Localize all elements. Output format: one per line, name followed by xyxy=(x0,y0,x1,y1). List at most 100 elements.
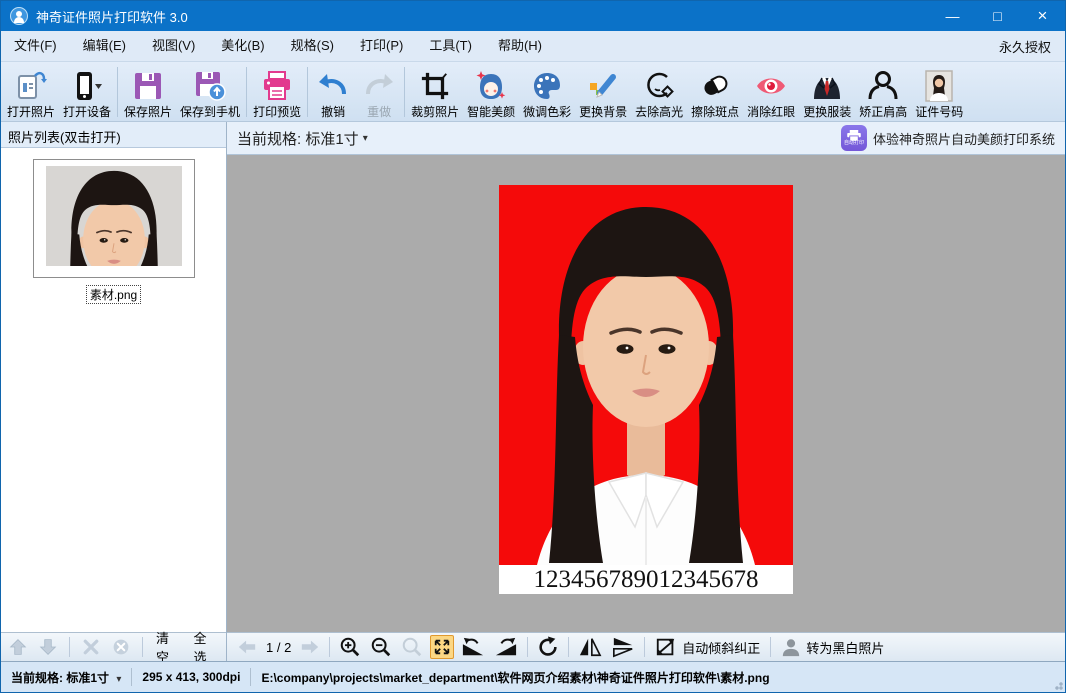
auto-print-badge-icon: 自动打印 xyxy=(841,125,867,151)
zoom-disabled-icon xyxy=(401,636,423,658)
crop-photo-button[interactable]: 裁剪照片 xyxy=(407,64,463,120)
crop-icon xyxy=(420,68,450,104)
next-arrow-icon xyxy=(300,639,320,655)
to-black-white-button[interactable]: 转为黑白照片 xyxy=(778,637,887,657)
remove-highlight-icon xyxy=(643,68,675,104)
palette-icon xyxy=(531,68,563,104)
status-dimensions: 295 x 413, 300dpi xyxy=(142,670,240,684)
remove-red-eye-button[interactable]: 消除红眼 xyxy=(743,64,799,120)
separator xyxy=(527,637,528,657)
app-window: 神奇证件照片打印软件 3.0 — □ × 文件(F) 编辑(E) 视图(V) 美… xyxy=(0,0,1066,693)
content-area: 照片列表(双击打开) 素材.png xyxy=(1,122,1065,661)
flip-horizontal-button[interactable] xyxy=(576,636,604,658)
separator xyxy=(329,637,330,657)
status-spec-text: 当前规格: 标准1寸 xyxy=(11,671,109,685)
photo-thumbnail[interactable] xyxy=(33,159,195,278)
redo-icon xyxy=(363,68,395,104)
red-eye-icon xyxy=(755,68,787,104)
fit-to-window-button[interactable] xyxy=(430,635,454,659)
toolbar-label: 微调色彩 xyxy=(523,104,571,120)
promo-text: 体验神奇照片自动美颜打印系统 xyxy=(873,129,1055,148)
flip-vertical-button[interactable] xyxy=(609,636,637,658)
rotate-left-icon xyxy=(461,636,485,658)
maximize-button[interactable]: □ xyxy=(975,1,1020,31)
print-preview-icon xyxy=(261,68,293,104)
toolbar-label: 打开设备 xyxy=(63,104,111,120)
toolbar-separator xyxy=(117,67,118,117)
arrow-down-icon xyxy=(39,638,57,656)
thumbnail-filename[interactable]: 素材.png xyxy=(86,285,141,304)
menu-spec[interactable]: 规格(S) xyxy=(278,31,347,61)
promo-link[interactable]: 自动打印 体验神奇照片自动美颜打印系统 xyxy=(841,125,1055,151)
prev-page-button xyxy=(235,639,259,655)
caret-down-icon: ▾ xyxy=(363,133,368,144)
toolbar-label: 更换服装 xyxy=(803,104,851,120)
separator xyxy=(131,668,132,686)
edited-photo[interactable]: 123456789012345678 xyxy=(499,185,793,594)
rotate-right-button[interactable] xyxy=(492,636,520,658)
save-to-phone-button[interactable]: 保存到手机 xyxy=(176,64,244,120)
toolbar-label: 撤销 xyxy=(321,104,345,120)
menu-edit[interactable]: 编辑(E) xyxy=(70,31,139,61)
toolbar-label: 保存到手机 xyxy=(180,104,240,120)
save-photo-button[interactable]: 保存照片 xyxy=(120,64,176,120)
status-spec-dropdown[interactable]: 当前规格: 标准1寸 ▾ xyxy=(11,669,121,686)
change-clothes-button[interactable]: 更换服装 xyxy=(799,64,855,120)
id-number-strip: 123456789012345678 xyxy=(499,565,793,594)
separator xyxy=(250,668,251,686)
zoom-in-button[interactable] xyxy=(337,636,363,658)
photo-list-header: 照片列表(双击打开) xyxy=(1,122,226,148)
move-up-button xyxy=(7,638,29,656)
open-device-icon xyxy=(71,68,103,104)
photo-canvas[interactable]: 123456789012345678 xyxy=(227,155,1065,632)
id-number-button[interactable]: 证件号码 xyxy=(911,64,967,120)
menu-help[interactable]: 帮助(H) xyxy=(485,31,555,61)
rotate-button[interactable] xyxy=(535,636,561,658)
arrow-up-icon xyxy=(9,638,27,656)
correct-shoulders-button[interactable]: 矫正肩高 xyxy=(855,64,911,120)
open-photo-button[interactable]: 打开照片 xyxy=(3,64,59,120)
open-device-button[interactable]: 打开设备 xyxy=(59,64,115,120)
toolbar-label: 消除红眼 xyxy=(747,104,795,120)
menu-view[interactable]: 视图(V) xyxy=(139,31,208,61)
title-bar: 神奇证件照片打印软件 3.0 — □ × xyxy=(1,1,1065,31)
separator xyxy=(644,637,645,657)
photo-list: 素材.png xyxy=(1,148,226,632)
photo-list-panel: 照片列表(双击打开) 素材.png xyxy=(1,122,227,661)
change-background-button[interactable]: 更换背景 xyxy=(575,64,631,120)
beauty-face-icon xyxy=(475,68,507,104)
close-button[interactable]: × xyxy=(1020,1,1065,31)
color-adjust-button[interactable]: 微调色彩 xyxy=(519,64,575,120)
print-preview-button[interactable]: 打印预览 xyxy=(249,64,305,120)
current-spec-dropdown[interactable]: 当前规格: 标准1寸 xyxy=(237,128,359,149)
rotate-left-button[interactable] xyxy=(459,636,487,658)
zoom-in-icon xyxy=(339,636,361,658)
separator xyxy=(142,637,143,657)
menu-tools[interactable]: 工具(T) xyxy=(416,31,485,61)
toolbar-label: 证件号码 xyxy=(915,104,963,120)
redo-button: 重做 xyxy=(356,64,402,120)
badge-caption: 自动打印 xyxy=(844,141,864,146)
separator xyxy=(568,637,569,657)
undo-button[interactable]: 撤销 xyxy=(310,64,356,120)
suit-icon xyxy=(811,68,843,104)
minimize-button[interactable]: — xyxy=(930,1,975,31)
resize-grip[interactable] xyxy=(1051,678,1063,690)
auto-tilt-correct-button[interactable]: 自动倾斜纠正 xyxy=(652,636,763,658)
erase-spots-button[interactable]: 擦除斑点 xyxy=(687,64,743,120)
menu-print[interactable]: 打印(P) xyxy=(347,31,416,61)
toolbar-label: 保存照片 xyxy=(124,104,172,120)
app-logo-icon xyxy=(10,7,28,25)
menu-file[interactable]: 文件(F) xyxy=(1,31,70,61)
toolbar-separator xyxy=(307,67,308,117)
menu-beautify[interactable]: 美化(B) xyxy=(208,31,277,61)
fit-screen-icon xyxy=(433,638,451,656)
eraser-icon xyxy=(699,68,731,104)
next-page-button xyxy=(298,639,322,655)
background-brush-icon xyxy=(587,68,619,104)
toolbar-separator xyxy=(246,67,247,117)
zoom-out-button[interactable] xyxy=(368,636,394,658)
smart-beauty-button[interactable]: 智能美颜 xyxy=(463,64,519,120)
thumbnail-image xyxy=(46,166,182,266)
remove-highlight-button[interactable]: 去除高光 xyxy=(631,64,687,120)
